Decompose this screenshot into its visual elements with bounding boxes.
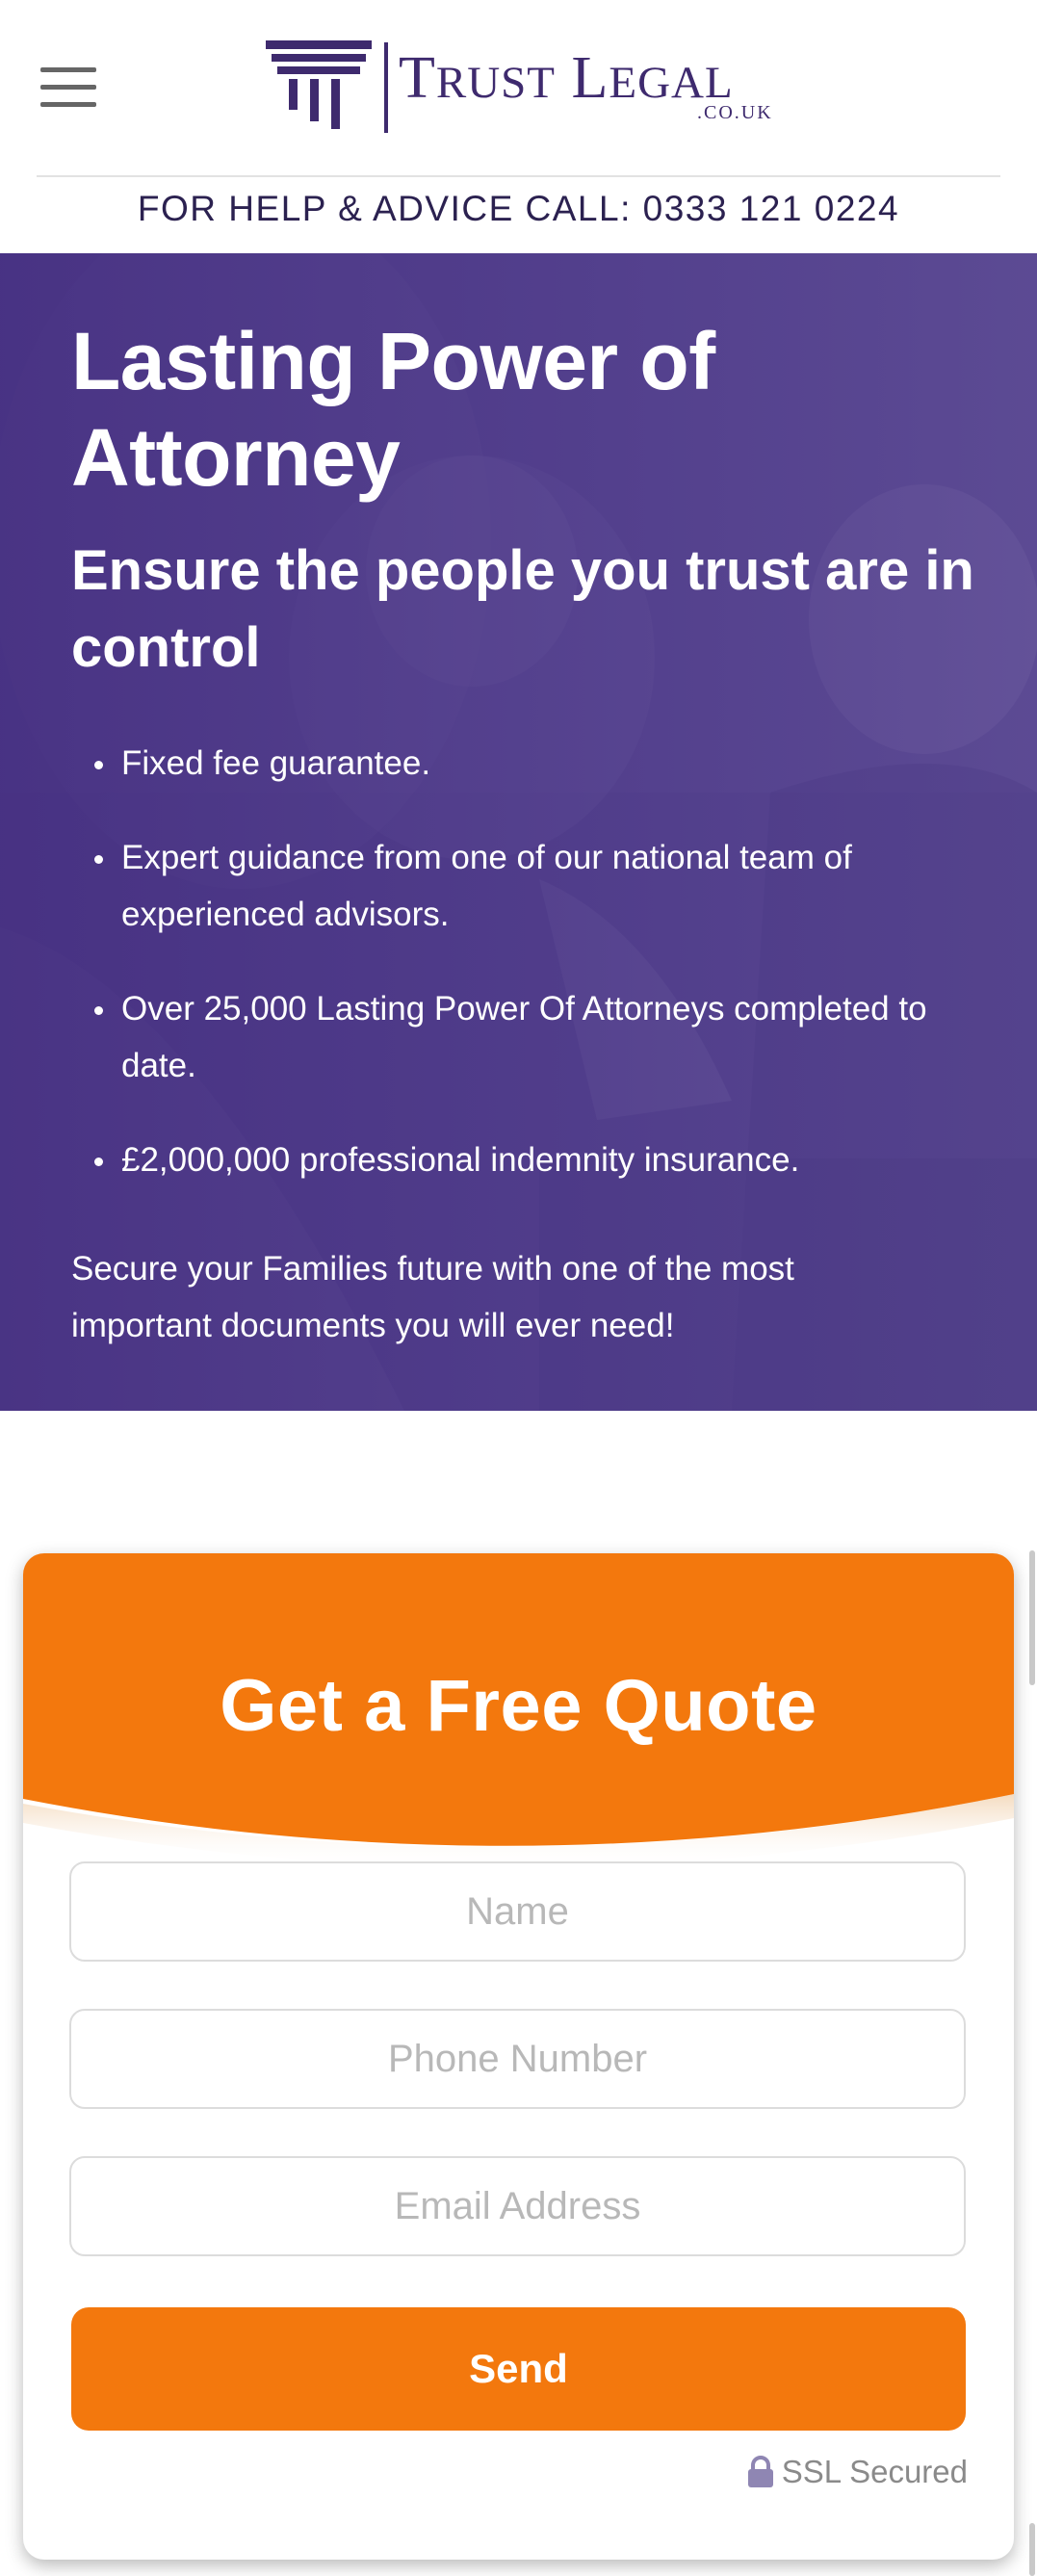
- email-field[interactable]: [69, 2156, 966, 2256]
- trust-legal-logo[interactable]: TRUST LEGAL .CO.UK: [266, 39, 776, 135]
- hero-content: Lasting Power of Attorney Ensure the peo…: [0, 253, 1037, 1411]
- ssl-secured-badge: SSL Secured: [747, 2454, 968, 2490]
- list-item: £2,000,000 professional indemnity insura…: [71, 1132, 976, 1188]
- lock-icon: [747, 2456, 773, 2487]
- columns-logo-icon: [266, 40, 388, 133]
- name-field[interactable]: [69, 1861, 966, 1962]
- scrollbar[interactable]: [1029, 2523, 1035, 2576]
- list-item: Expert guidance from one of our national…: [71, 829, 976, 943]
- quote-form-card: Get a Free Quote Send SSL Secured: [23, 1553, 1014, 2560]
- helpline-phone[interactable]: FOR HELP & ADVICE CALL: 0333 121 0224: [0, 189, 1037, 229]
- hero-tagline: Secure your Families future with one of …: [71, 1250, 794, 1344]
- list-item: Over 25,000 Lasting Power Of Attorneys c…: [71, 980, 976, 1094]
- hamburger-menu-icon[interactable]: [40, 67, 96, 108]
- site-header: TRUST LEGAL .CO.UK FOR HELP & ADVICE CAL…: [0, 0, 1037, 252]
- logo-wordmark: TRUST LEGAL: [399, 45, 734, 111]
- ssl-label: SSL Secured: [781, 2454, 968, 2489]
- list-item: Fixed fee guarantee.: [71, 735, 976, 792]
- quote-form-title: Get a Free Quote: [220, 1665, 817, 1747]
- header-divider: [37, 175, 1000, 177]
- hero-banner: Lasting Power of Attorney Ensure the peo…: [0, 253, 1037, 1411]
- phone-field[interactable]: [69, 2009, 966, 2109]
- scrollbar[interactable]: [1029, 1550, 1035, 1685]
- benefits-list: Fixed fee guarantee. Expert guidance fro…: [71, 735, 976, 1226]
- page-title: Lasting Power of Attorney: [71, 316, 715, 503]
- hero-subtitle: Ensure the people you trust are in contr…: [71, 539, 974, 679]
- send-button[interactable]: Send: [71, 2307, 966, 2431]
- logo-domain: .CO.UK: [697, 102, 773, 123]
